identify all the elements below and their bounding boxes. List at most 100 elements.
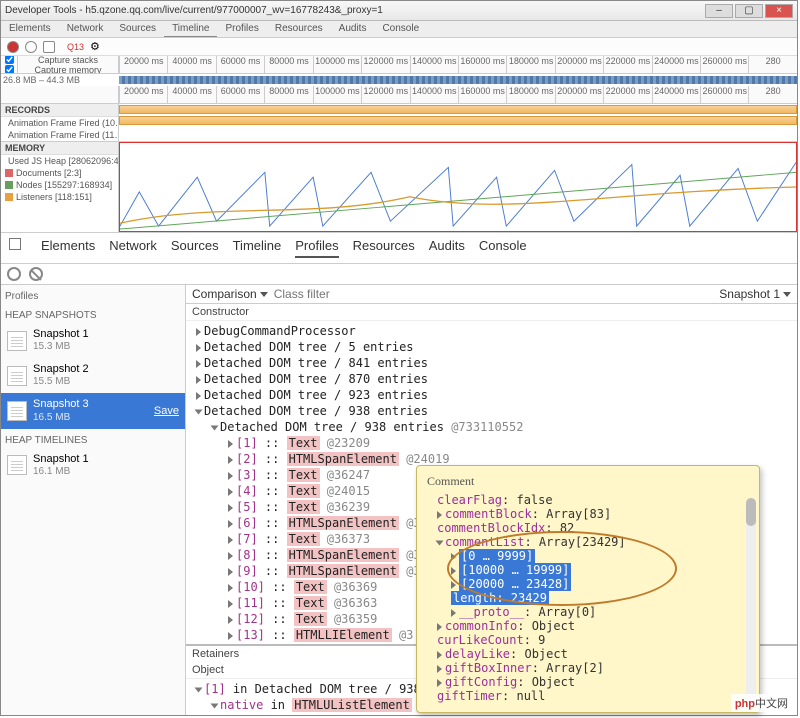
tree-row[interactable]: DebugCommandProcessor bbox=[186, 323, 797, 339]
panel-tab[interactable]: Elements bbox=[1, 21, 59, 37]
record-label[interactable]: Animation Frame Fired (10… bbox=[1, 117, 118, 129]
expand-arrow-icon[interactable] bbox=[437, 665, 442, 673]
popup-row[interactable]: clearFlag: false bbox=[427, 493, 749, 507]
expand-arrow-icon[interactable] bbox=[228, 440, 233, 448]
memory-series-label[interactable]: Documents [2:3] bbox=[1, 167, 118, 179]
expand-arrow-icon[interactable] bbox=[228, 632, 233, 640]
memory-series-label[interactable]: Listeners [118:151] bbox=[1, 191, 118, 203]
expand-arrow-icon[interactable] bbox=[228, 504, 233, 512]
panel-tab[interactable]: Timeline bbox=[164, 21, 217, 37]
devtools-tab[interactable]: Audits bbox=[429, 238, 465, 258]
expand-arrow-icon[interactable] bbox=[196, 344, 201, 352]
memory-series-label[interactable]: Used JS Heap [28062096:4650 bbox=[1, 155, 118, 167]
expand-arrow-icon[interactable] bbox=[196, 392, 201, 400]
memory-chart[interactable] bbox=[119, 142, 797, 232]
devtools-tab[interactable]: Elements bbox=[41, 238, 95, 258]
capture-stacks-checkbox[interactable] bbox=[5, 56, 14, 64]
tree-row[interactable]: Detached DOM tree / 870 entries bbox=[186, 371, 797, 387]
expand-arrow-icon[interactable] bbox=[228, 456, 233, 464]
view-mode-dropdown[interactable]: Comparison bbox=[192, 287, 268, 301]
panel-tab[interactable]: Resources bbox=[267, 21, 331, 37]
record-label[interactable]: Animation Frame Fired (11… bbox=[1, 129, 118, 141]
memory-series-label[interactable]: Nodes [155297:168934] bbox=[1, 179, 118, 191]
panel-tab[interactable]: Sources bbox=[111, 21, 164, 37]
heap-timeline-item[interactable]: Snapshot 116.1 MB bbox=[1, 448, 185, 483]
popup-row[interactable]: commentBlockIdx: 82 bbox=[427, 521, 749, 535]
expand-arrow-icon[interactable] bbox=[228, 568, 233, 576]
clear-icon[interactable] bbox=[25, 41, 37, 53]
popup-row[interactable]: giftTimer: null bbox=[427, 689, 749, 703]
popup-row[interactable]: giftConfig: Object bbox=[427, 675, 749, 689]
window-maximize-button[interactable]: ▢ bbox=[735, 4, 763, 18]
compare-snapshot-dropdown[interactable]: Snapshot 1 bbox=[719, 287, 791, 301]
record-bar[interactable] bbox=[119, 105, 797, 114]
devtools-tab[interactable]: Sources bbox=[171, 238, 219, 258]
devtools-tab[interactable]: Console bbox=[479, 238, 527, 258]
tree-row[interactable]: Detached DOM tree / 841 entries bbox=[186, 355, 797, 371]
popup-row[interactable]: __proto__: Array[0] bbox=[427, 605, 749, 619]
class-filter-input[interactable] bbox=[274, 287, 714, 301]
capture-memory-checkbox[interactable] bbox=[5, 65, 14, 74]
popup-row[interactable]: [20000 … 23428] bbox=[427, 577, 749, 591]
devtools-tab[interactable]: Network bbox=[109, 238, 157, 258]
clear-profiles-icon[interactable] bbox=[29, 267, 43, 281]
window-minimize-button[interactable]: – bbox=[705, 4, 733, 18]
popup-row[interactable]: commonInfo: Object bbox=[427, 619, 749, 633]
snapshot-item[interactable]: Snapshot 215.5 MB bbox=[1, 358, 185, 393]
save-link[interactable]: Save bbox=[154, 405, 179, 417]
panel-tab[interactable]: Profiles bbox=[217, 21, 266, 37]
constructor-column-header[interactable]: Constructor bbox=[186, 304, 797, 321]
expand-arrow-icon[interactable] bbox=[437, 651, 442, 659]
expand-arrow-icon[interactable] bbox=[228, 600, 233, 608]
expand-arrow-icon[interactable] bbox=[451, 609, 456, 617]
expand-arrow-icon[interactable] bbox=[196, 328, 201, 336]
expand-arrow-icon[interactable] bbox=[451, 581, 456, 589]
expand-arrow-icon[interactable] bbox=[436, 540, 444, 545]
expand-arrow-icon[interactable] bbox=[437, 679, 442, 687]
snapshot-item[interactable]: Snapshot 115.3 MB bbox=[1, 323, 185, 358]
popup-row[interactable]: [10000 … 19999] bbox=[427, 563, 749, 577]
expand-arrow-icon[interactable] bbox=[228, 488, 233, 496]
panel-tab[interactable]: Console bbox=[374, 21, 427, 37]
tree-row[interactable]: Detached DOM tree / 5 entries bbox=[186, 339, 797, 355]
expand-arrow-icon[interactable] bbox=[451, 567, 456, 575]
record-bar[interactable] bbox=[119, 116, 797, 125]
expand-arrow-icon[interactable] bbox=[211, 703, 219, 708]
dock-icon[interactable] bbox=[9, 238, 21, 250]
expand-arrow-icon[interactable] bbox=[228, 472, 233, 480]
devtools-tab[interactable]: Resources bbox=[353, 238, 415, 258]
window-close-button[interactable]: × bbox=[765, 4, 793, 18]
tree-row[interactable]: Detached DOM tree / 938 entries @7331105… bbox=[186, 419, 797, 435]
devtools-tab[interactable]: Profiles bbox=[295, 238, 338, 258]
expand-arrow-icon[interactable] bbox=[228, 520, 233, 528]
popup-row[interactable]: [0 … 9999] bbox=[427, 549, 749, 563]
popup-scrollbar[interactable] bbox=[746, 498, 756, 706]
expand-arrow-icon[interactable] bbox=[195, 687, 203, 692]
tree-row[interactable]: Detached DOM tree / 938 entries bbox=[186, 403, 797, 419]
trash-icon[interactable] bbox=[43, 41, 55, 53]
settings-icon[interactable]: ⚙ bbox=[90, 40, 100, 53]
popup-row[interactable]: delayLike: Object bbox=[427, 647, 749, 661]
expand-arrow-icon[interactable] bbox=[211, 425, 219, 430]
expand-arrow-icon[interactable] bbox=[228, 552, 233, 560]
timeline-overview-bar[interactable] bbox=[119, 76, 797, 84]
record-heap-icon[interactable] bbox=[7, 267, 21, 281]
expand-arrow-icon[interactable] bbox=[228, 536, 233, 544]
panel-tab[interactable]: Audits bbox=[331, 21, 375, 37]
popup-row[interactable]: curLikeCount: 9 bbox=[427, 633, 749, 647]
expand-arrow-icon[interactable] bbox=[196, 376, 201, 384]
devtools-tab[interactable]: Timeline bbox=[233, 238, 282, 258]
expand-arrow-icon[interactable] bbox=[228, 616, 233, 624]
snapshot-item[interactable]: Snapshot 316.5 MBSave bbox=[1, 393, 185, 428]
popup-row[interactable]: length: 23429 bbox=[427, 591, 749, 605]
popup-row[interactable]: giftBoxInner: Array[2] bbox=[427, 661, 749, 675]
tree-row[interactable]: Detached DOM tree / 923 entries bbox=[186, 387, 797, 403]
expand-arrow-icon[interactable] bbox=[228, 584, 233, 592]
expand-arrow-icon[interactable] bbox=[196, 360, 201, 368]
popup-row[interactable]: commentBlock: Array[83] bbox=[427, 507, 749, 521]
record-icon[interactable] bbox=[7, 41, 19, 53]
popup-row[interactable]: commentList: Array[23429] bbox=[427, 535, 749, 549]
expand-arrow-icon[interactable] bbox=[437, 511, 442, 519]
panel-tab[interactable]: Network bbox=[59, 21, 112, 37]
expand-arrow-icon[interactable] bbox=[437, 623, 442, 631]
